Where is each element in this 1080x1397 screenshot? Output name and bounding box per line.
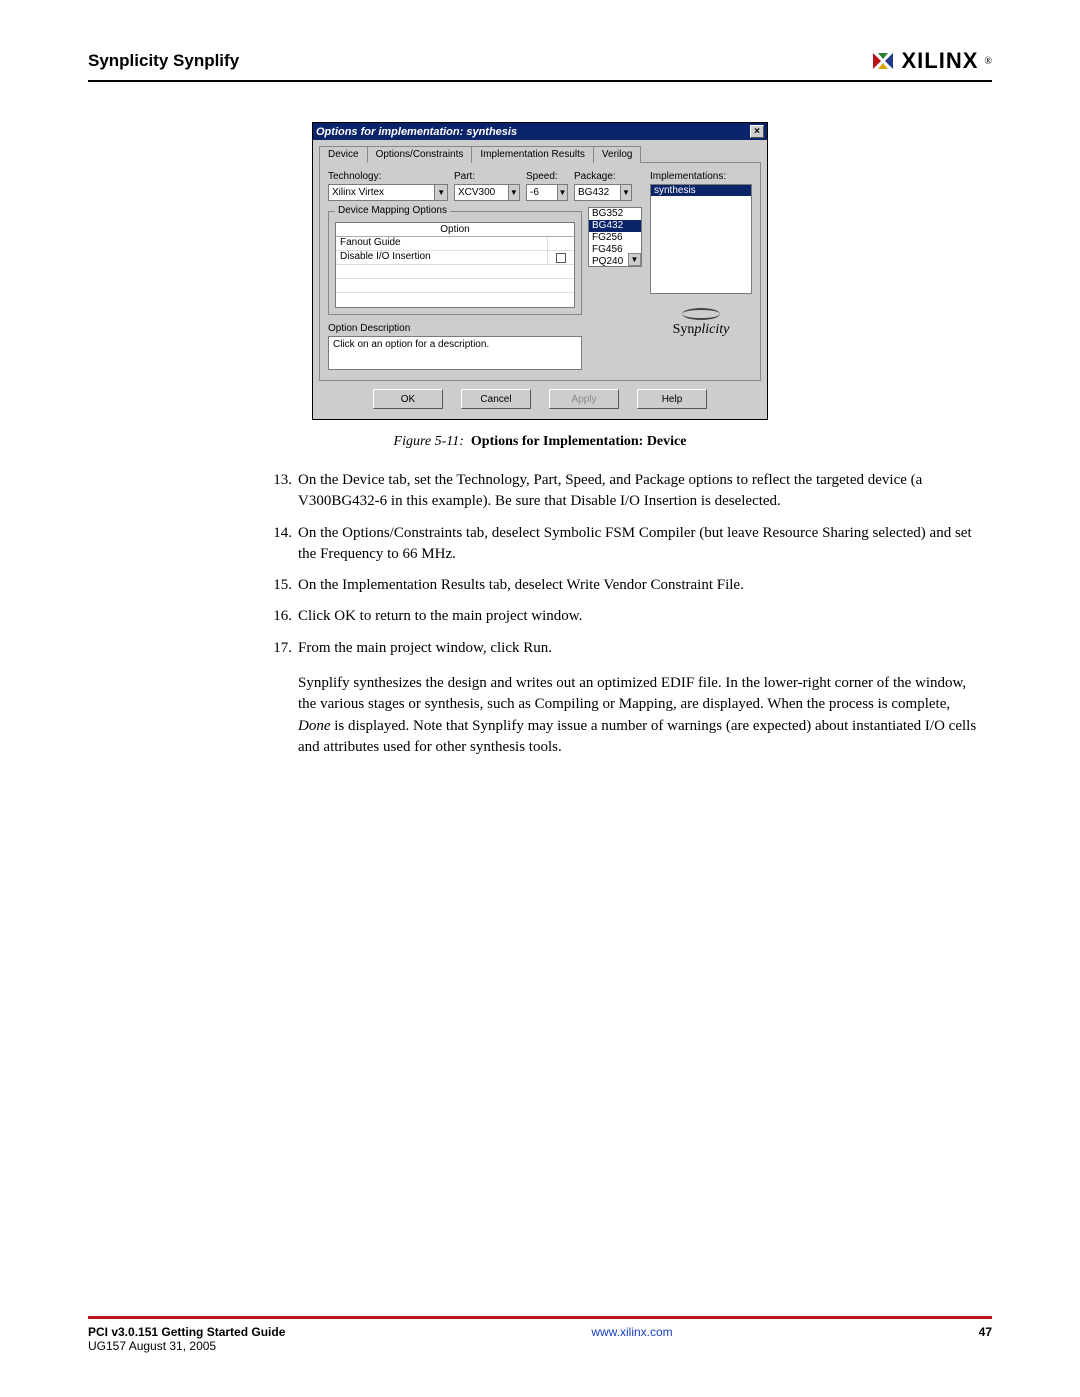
continuation-paragraph: Synplify synthesizes the design and writ…	[268, 669, 982, 758]
tab-verilog[interactable]: Verilog	[593, 146, 642, 163]
chevron-down-icon[interactable]: ▼	[508, 185, 519, 200]
cancel-button[interactable]: Cancel	[461, 389, 531, 409]
list-item[interactable]: BG432	[589, 220, 641, 232]
part-label: Part:	[454, 171, 520, 182]
speed-label: Speed:	[526, 171, 568, 182]
dialog-tabs: Device Options/Constraints Implementatio…	[319, 146, 761, 163]
list-item: 15.On the Implementation Results tab, de…	[268, 575, 982, 596]
tab-options-constraints[interactable]: Options/Constraints	[367, 146, 473, 163]
ok-button[interactable]: OK	[373, 389, 443, 409]
package-listbox[interactable]: BG352 BG432 FG256 FG456 PQ240 ▼	[588, 207, 642, 267]
implementations-label: Implementations:	[650, 171, 752, 182]
dialog-figure: Options for implementation: synthesis × …	[88, 122, 992, 420]
instruction-list: 13.On the Device tab, set the Technology…	[268, 470, 982, 758]
chevron-down-icon[interactable]: ▼	[434, 185, 447, 200]
dialog-titlebar: Options for implementation: synthesis ×	[313, 123, 767, 140]
part-combo[interactable]: ▼	[454, 184, 520, 201]
options-table: Option Fanout Guide Disable I/O Insertio…	[335, 222, 575, 308]
option-name: Fanout Guide	[336, 237, 548, 250]
help-button[interactable]: Help	[637, 389, 707, 409]
figure-title: Options for Implementation: Device	[471, 434, 687, 449]
technology-combo[interactable]: ▼	[328, 184, 448, 201]
list-item: 17.From the main project window, click R…	[268, 638, 982, 659]
apply-button[interactable]: Apply	[549, 389, 619, 409]
page-number: 47	[979, 1325, 992, 1339]
list-item: 14.On the Options/Constraints tab, desel…	[268, 523, 982, 566]
synplicity-logo: Synplicity	[650, 308, 752, 338]
part-input[interactable]	[455, 185, 508, 200]
implementations-list[interactable]: synthesis	[650, 184, 752, 294]
figure-caption: Figure 5-11: Options for Implementation:…	[88, 434, 992, 450]
page-header: Synplicity Synplify XILINX ®	[88, 48, 992, 82]
chevron-down-icon[interactable]: ▼	[557, 185, 567, 200]
footer-link[interactable]: www.xilinx.com	[285, 1325, 978, 1339]
dialog-button-row: OK Cancel Apply Help	[313, 381, 767, 419]
technology-label: Technology:	[328, 171, 448, 182]
option-name: Disable I/O Insertion	[336, 251, 548, 264]
table-row[interactable]: Fanout Guide	[336, 237, 574, 251]
doc-subtitle: UG157 August 31, 2005	[88, 1339, 285, 1353]
page-footer: PCI v3.0.151 Getting Started Guide UG157…	[88, 1316, 992, 1353]
list-item[interactable]: synthesis	[651, 185, 751, 196]
footer-left: PCI v3.0.151 Getting Started Guide UG157…	[88, 1325, 285, 1353]
list-item: 13.On the Device tab, set the Technology…	[268, 470, 982, 513]
table-row[interactable]: Disable I/O Insertion	[336, 251, 574, 265]
options-dialog: Options for implementation: synthesis × …	[312, 122, 768, 420]
device-mapping-group: Device Mapping Options Option Fanout Gui…	[328, 211, 582, 315]
chevron-down-icon[interactable]: ▼	[620, 185, 631, 200]
technology-input[interactable]	[329, 185, 434, 200]
figure-number: Figure 5-11:	[394, 434, 464, 449]
done-term: Done	[298, 718, 331, 734]
list-item[interactable]: FG256	[589, 232, 641, 244]
tab-device[interactable]: Device	[319, 146, 368, 163]
dialog-body: Technology: ▼ Part: ▼	[319, 162, 761, 381]
logo-text: XILINX	[901, 48, 978, 74]
xilinx-logo: XILINX ®	[871, 48, 992, 74]
package-combo[interactable]: ▼	[574, 184, 632, 201]
list-item: 16.Click OK to return to the main projec…	[268, 606, 982, 627]
tab-implementation-results[interactable]: Implementation Results	[471, 146, 594, 163]
doc-title: PCI v3.0.151 Getting Started Guide	[88, 1325, 285, 1339]
dialog-title: Options for implementation: synthesis	[316, 126, 517, 138]
option-description-box: Click on an option for a description.	[328, 336, 582, 370]
option-description-label: Option Description	[328, 323, 582, 334]
logo-suffix: plicity	[694, 322, 729, 337]
logo-mark-icon	[871, 51, 895, 71]
speed-combo[interactable]: ▼	[526, 184, 568, 201]
swoosh-icon	[682, 308, 720, 320]
checkbox-icon[interactable]	[556, 253, 566, 263]
logo-prefix: Syn	[673, 322, 695, 337]
chevron-down-icon[interactable]: ▼	[628, 253, 641, 266]
close-icon[interactable]: ×	[750, 125, 764, 138]
registered-mark: ®	[984, 56, 992, 67]
section-title: Synplicity Synplify	[88, 51, 239, 71]
package-input[interactable]	[575, 185, 620, 200]
speed-input[interactable]	[527, 185, 557, 200]
list-item[interactable]: BG352	[589, 208, 641, 220]
package-label: Package:	[574, 171, 632, 182]
device-mapping-legend: Device Mapping Options	[335, 205, 450, 216]
option-column-header: Option	[336, 223, 574, 237]
option-description-section: Option Description Click on an option fo…	[328, 323, 582, 370]
